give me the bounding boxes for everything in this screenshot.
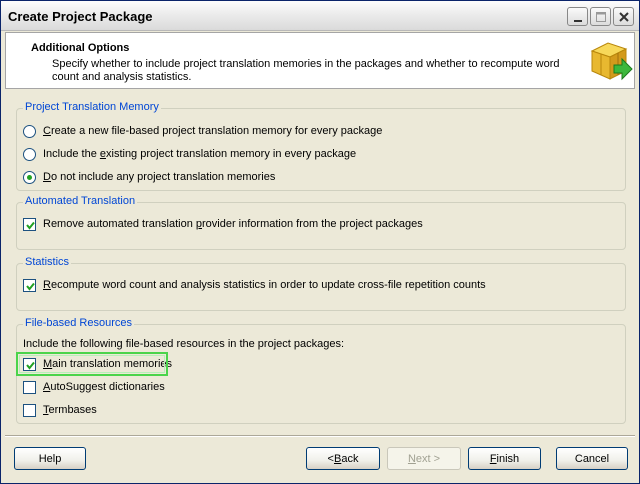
back-button[interactable]: < Back [306,447,380,470]
checkbox[interactable] [23,217,36,231]
group-project-translation-memory: Project Translation Memory Create a new … [16,101,626,191]
footer-separator [5,435,635,437]
close-icon [619,12,629,22]
checkbox[interactable] [23,278,36,292]
minimize-icon [574,20,582,22]
focus-highlight [16,352,168,376]
maximize-button[interactable] [590,7,611,26]
help-button[interactable]: Help [14,447,86,470]
title-bar[interactable]: Create Project Package [1,1,639,31]
radio-do-not-include-tm[interactable]: Do not include any project translation m… [23,169,275,185]
group-legend: Project Translation Memory [23,101,161,113]
checkmark-icon [26,221,35,230]
close-button[interactable] [613,7,634,26]
checkbox-autosuggest-dictionaries[interactable]: AutoSuggest dictionaries [23,379,165,395]
radio-button-selected[interactable] [23,170,36,184]
group-legend: File-based Resources [23,317,134,329]
minimize-button[interactable] [567,7,588,26]
header-description: Specify whether to include project trans… [52,58,560,83]
checkbox-recompute-statistics[interactable]: Recompute word count and analysis statis… [23,277,486,293]
next-button[interactable]: Next > [387,447,461,470]
radio-create-new-tm[interactable]: Create a new file-based project translat… [23,123,382,139]
checkbox[interactable] [23,403,36,417]
group-legend: Statistics [23,256,72,268]
wizard-header: Additional Options Specify whether to in… [5,32,635,89]
checkbox-termbases[interactable]: Termbases [23,402,97,418]
checkmark-icon [26,282,35,291]
header-title: Additional Options [31,42,130,54]
window-title: Create Project Package [8,9,153,24]
create-project-package-dialog: Create Project Package Additional Option… [0,0,640,484]
cancel-button[interactable]: Cancel [556,447,628,470]
finish-button[interactable]: Finish [468,447,541,470]
radio-button[interactable] [23,147,36,161]
group-automated-translation: Automated Translation Remove automated t… [16,195,626,250]
checkbox[interactable] [23,380,36,394]
group-statistics: Statistics Recompute word count and anal… [16,256,626,311]
resources-intro: Include the following file-based resourc… [23,338,345,350]
maximize-icon [596,12,606,22]
package-box-arrow-icon [590,42,633,81]
radio-include-existing-tm[interactable]: Include the existing project translation… [23,146,356,162]
group-legend: Automated Translation [23,195,138,207]
radio-button[interactable] [23,124,36,138]
checkbox-remove-provider-info[interactable]: Remove automated translation provider in… [23,216,423,232]
